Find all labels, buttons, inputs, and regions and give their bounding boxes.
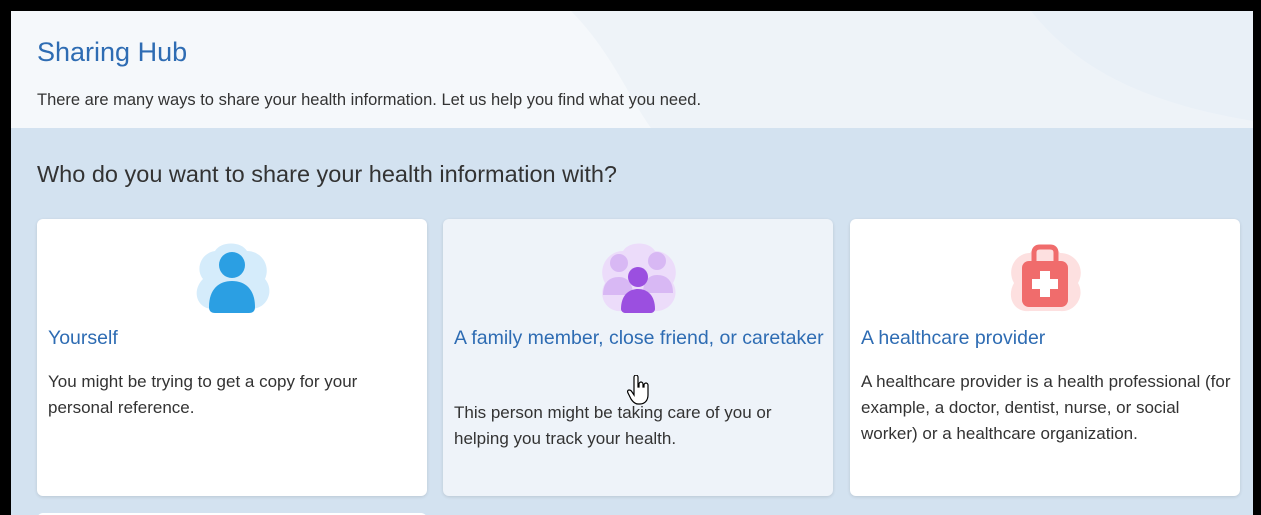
header-background-decoration: [571, 11, 1253, 128]
card-title: A family member, close friend, or careta…: [454, 327, 824, 349]
card-title: Yourself: [48, 327, 118, 349]
card-description: You might be trying to get a copy for yo…: [48, 372, 358, 417]
card-family-friend-caretaker[interactable]: A family member, close friend, or careta…: [443, 219, 833, 496]
card-title: A healthcare provider: [861, 327, 1046, 349]
page-title: Sharing Hub: [37, 37, 188, 67]
page-subtitle: There are many ways to share your health…: [37, 91, 702, 109]
card-description: This person might be taking care of you …: [454, 403, 772, 448]
card-healthcare-provider[interactable]: A healthcare provider A healthcare provi…: [850, 219, 1240, 496]
person-icon: [196, 243, 270, 313]
recipient-card-list: Yourself You might be trying to get a co…: [37, 219, 1247, 515]
app-window: Sharing Hub There are many ways to share…: [0, 0, 1261, 515]
card-yourself[interactable]: Yourself You might be trying to get a co…: [37, 219, 427, 496]
medical-bag-icon: [1010, 244, 1081, 312]
section-question: Who do you want to share your health inf…: [37, 161, 617, 187]
card-description: A healthcare provider is a health profes…: [861, 372, 1231, 443]
family-group-icon: [602, 243, 676, 313]
page-header: Sharing Hub There are many ways to share…: [11, 11, 1253, 128]
